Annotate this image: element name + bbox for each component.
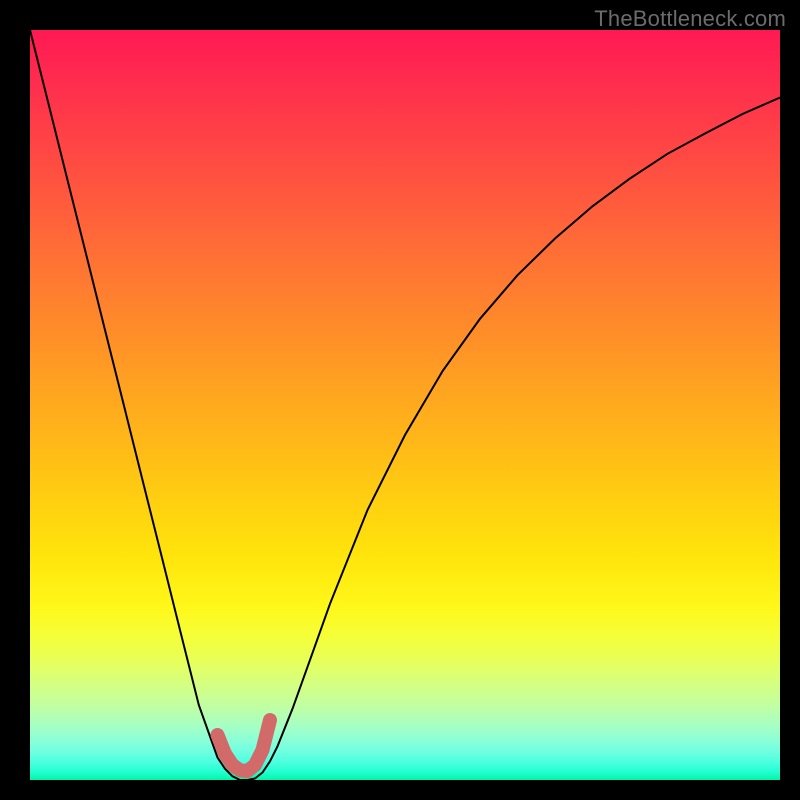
bottleneck-curve xyxy=(30,30,780,780)
highlight-segment xyxy=(218,720,271,771)
watermark-label: TheBottleneck.com xyxy=(594,6,786,32)
chart-plot-area xyxy=(30,30,780,780)
curve-svg xyxy=(30,30,780,780)
